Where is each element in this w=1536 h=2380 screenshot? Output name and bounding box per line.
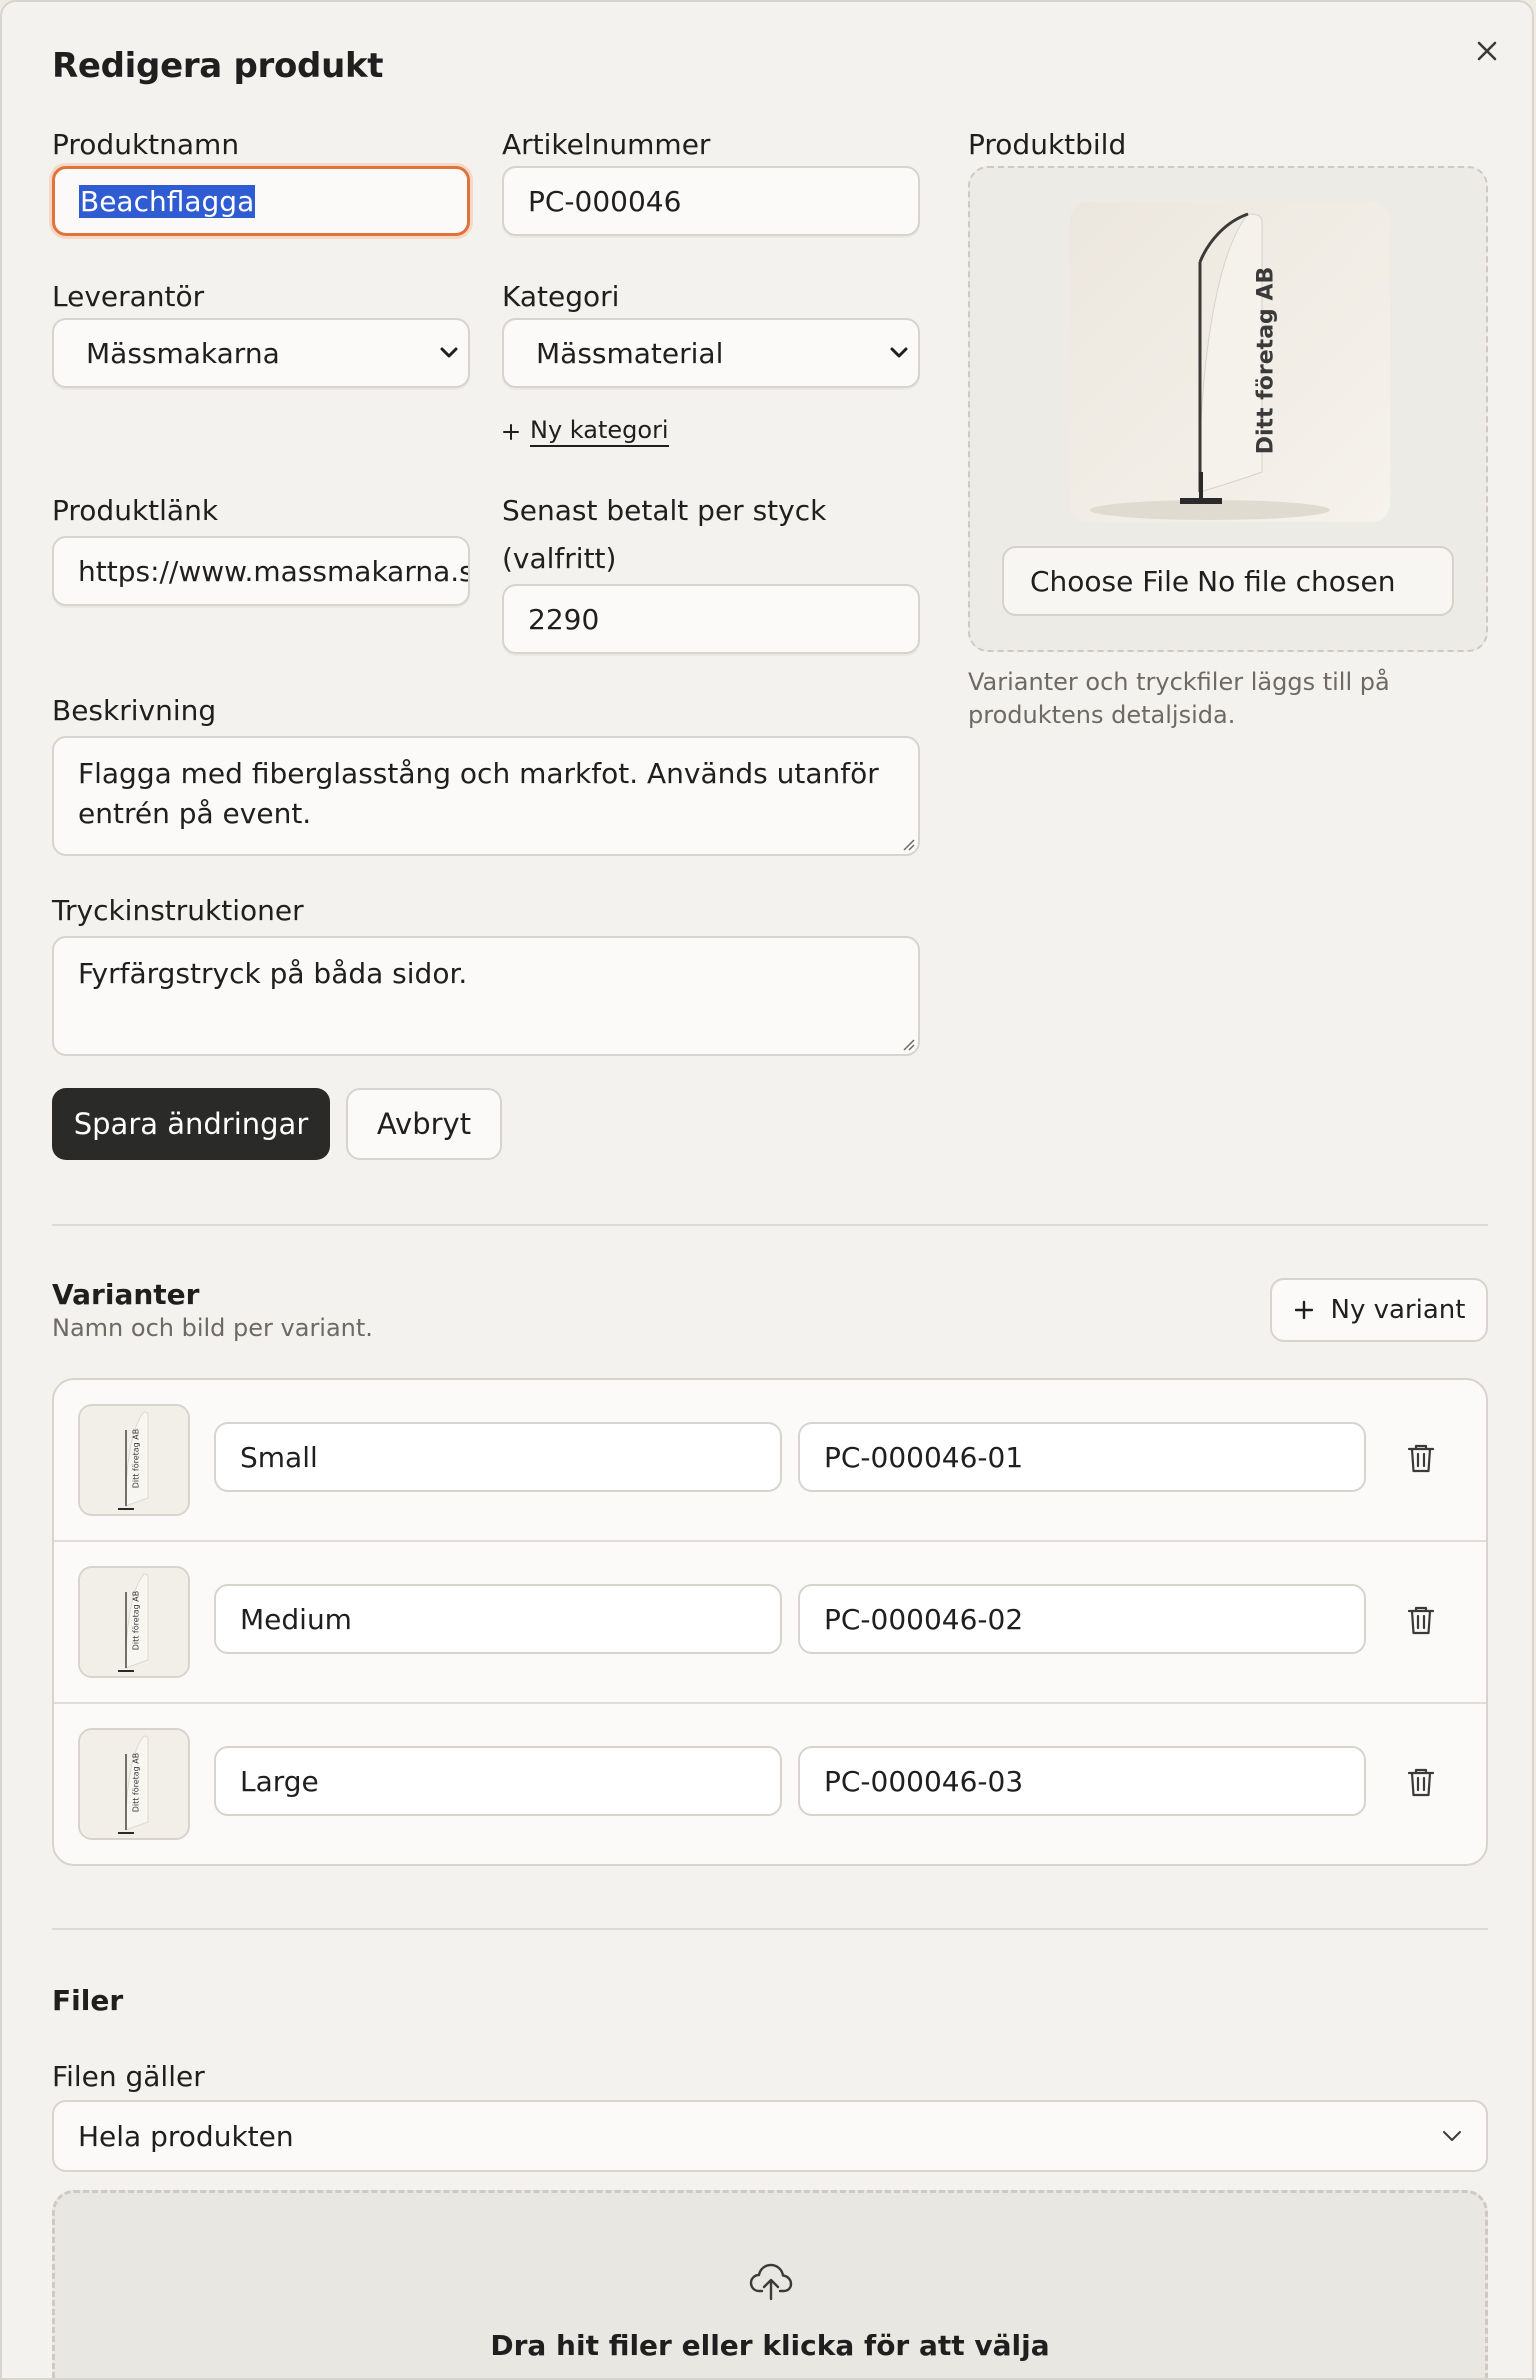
plus-icon [1294, 1300, 1313, 1320]
upload-cloud-icon [749, 2263, 793, 2301]
variant-row: Ditt företag AB Medium PC-000046-02 [54, 1540, 1486, 1702]
trash-icon[interactable] [1406, 1766, 1436, 1798]
article-number-value: PC-000046 [528, 184, 682, 218]
thumb-flag-text: Ditt företag AB [131, 1752, 141, 1813]
variants-list: Ditt företag AB Small PC-000046-01 Ditt … [52, 1378, 1488, 1866]
variant-name-value: Large [240, 1764, 319, 1798]
product-image-hint: Varianter och tryckfiler läggs till på p… [968, 668, 1390, 729]
cancel-button[interactable]: Avbryt [346, 1088, 502, 1160]
print-instructions-label: Tryckinstruktioner [52, 894, 304, 927]
variant-sku-value: PC-000046-01 [824, 1440, 1024, 1474]
chevron-down-icon [890, 347, 908, 358]
product-image-dropzone[interactable]: Ditt företag AB Choose File No file chos… [968, 166, 1488, 652]
print-instructions-value: Fyrfärgstryck på båda sidor. [78, 957, 468, 990]
product-image-preview: Ditt företag AB [1070, 202, 1390, 522]
thumb-flag-text: Ditt företag AB [131, 1590, 141, 1651]
dialog-title: Redigera produkt [52, 46, 384, 86]
edit-product-dialog: Redigera produkt Produktnamn Beachflagga… [0, 0, 1534, 2380]
product-link-value: https://www.massmakarna.se [78, 554, 470, 588]
variant-sku-input[interactable]: PC-000046-02 [798, 1584, 1366, 1654]
files-title: Filer [52, 1984, 124, 2017]
print-instructions-textarea[interactable]: Fyrfärgstryck på båda sidor. [52, 936, 920, 1056]
supplier-select[interactable]: Mässmakarna [52, 318, 470, 388]
supplier-value: Mässmakarna [86, 336, 280, 370]
thumb-flag-text: Ditt företag AB [131, 1428, 141, 1489]
variant-row: Ditt företag AB Small PC-000046-01 [54, 1380, 1486, 1542]
article-number-input[interactable]: PC-000046 [502, 166, 920, 236]
file-status: No file chosen [1197, 564, 1396, 598]
chevron-down-icon [440, 347, 458, 358]
trash-icon[interactable] [1406, 1604, 1436, 1636]
new-category-label: Ny kategori [530, 416, 669, 447]
section-divider [52, 1224, 1488, 1226]
last-price-input[interactable]: 2290 [502, 584, 920, 654]
last-price-label-line1: Senast betalt per styck [502, 494, 827, 527]
product-name-input[interactable]: Beachflagga [52, 166, 470, 236]
variants-title: Varianter [52, 1278, 200, 1311]
variant-thumbnail[interactable]: Ditt företag AB [78, 1566, 190, 1678]
variant-sku-value: PC-000046-03 [824, 1764, 1024, 1798]
variant-name-value: Small [240, 1440, 318, 1474]
choose-file-label: Choose File [1030, 564, 1190, 598]
new-category-link[interactable]: Ny kategori [502, 416, 669, 447]
variant-name-input[interactable]: Small [214, 1422, 782, 1492]
description-label: Beskrivning [52, 694, 217, 727]
last-price-label-line2: (valfritt) [502, 542, 617, 575]
variant-sku-input[interactable]: PC-000046-01 [798, 1422, 1366, 1492]
dropzone-text: Dra hit filer eller klicka för att välja [490, 2329, 1050, 2362]
variant-name-value: Medium [240, 1602, 352, 1636]
chevron-down-icon [1443, 2131, 1461, 2141]
file-applies-select[interactable]: Hela produkten [52, 2100, 1488, 2172]
choose-file-button[interactable]: Choose File No file chosen [1002, 546, 1454, 616]
section-divider [52, 1928, 1488, 1930]
file-dropzone[interactable]: Dra hit filer eller klicka för att välja [52, 2190, 1488, 2378]
supplier-label: Leverantör [52, 280, 205, 313]
add-variant-button[interactable]: Ny variant [1270, 1278, 1488, 1342]
product-name-label: Produktnamn [52, 128, 240, 161]
article-number-label: Artikelnummer [502, 128, 711, 161]
variant-thumbnail[interactable]: Ditt företag AB [78, 1404, 190, 1516]
variant-row: Ditt företag AB Large PC-000046-03 [54, 1702, 1486, 1864]
variant-sku-input[interactable]: PC-000046-03 [798, 1746, 1366, 1816]
category-label: Kategori [502, 280, 620, 313]
product-link-input[interactable]: https://www.massmakarna.se [52, 536, 470, 606]
variant-name-input[interactable]: Large [214, 1746, 782, 1816]
variant-thumbnail[interactable]: Ditt företag AB [78, 1728, 190, 1840]
add-variant-label: Ny variant [1330, 1295, 1466, 1325]
flag-print-text: Ditt företag AB [1253, 266, 1279, 455]
save-button[interactable]: Spara ändringar [52, 1088, 330, 1160]
variants-subtitle: Namn och bild per variant. [52, 1314, 373, 1342]
resize-handle-icon[interactable] [899, 1035, 915, 1051]
variant-name-input[interactable]: Medium [214, 1584, 782, 1654]
product-image-label: Produktbild [968, 128, 1127, 161]
last-price-value: 2290 [528, 602, 600, 636]
variant-sku-value: PC-000046-02 [824, 1602, 1024, 1636]
description-textarea[interactable]: Flagga med fiberglasstång och markfot. A… [52, 736, 920, 856]
resize-handle-icon[interactable] [899, 835, 915, 851]
plus-icon [503, 423, 519, 440]
file-applies-value: Hela produkten [78, 2119, 294, 2153]
category-select[interactable]: Mässmaterial [502, 318, 920, 388]
close-icon[interactable] [1472, 36, 1502, 66]
product-name-value: Beachflagga [79, 184, 256, 218]
category-value: Mässmaterial [536, 336, 724, 370]
file-applies-label: Filen gäller [52, 2060, 205, 2093]
product-link-label: Produktlänk [52, 494, 219, 527]
trash-icon[interactable] [1406, 1442, 1436, 1474]
description-value: Flagga med fiberglasstång och markfot. A… [78, 757, 879, 830]
